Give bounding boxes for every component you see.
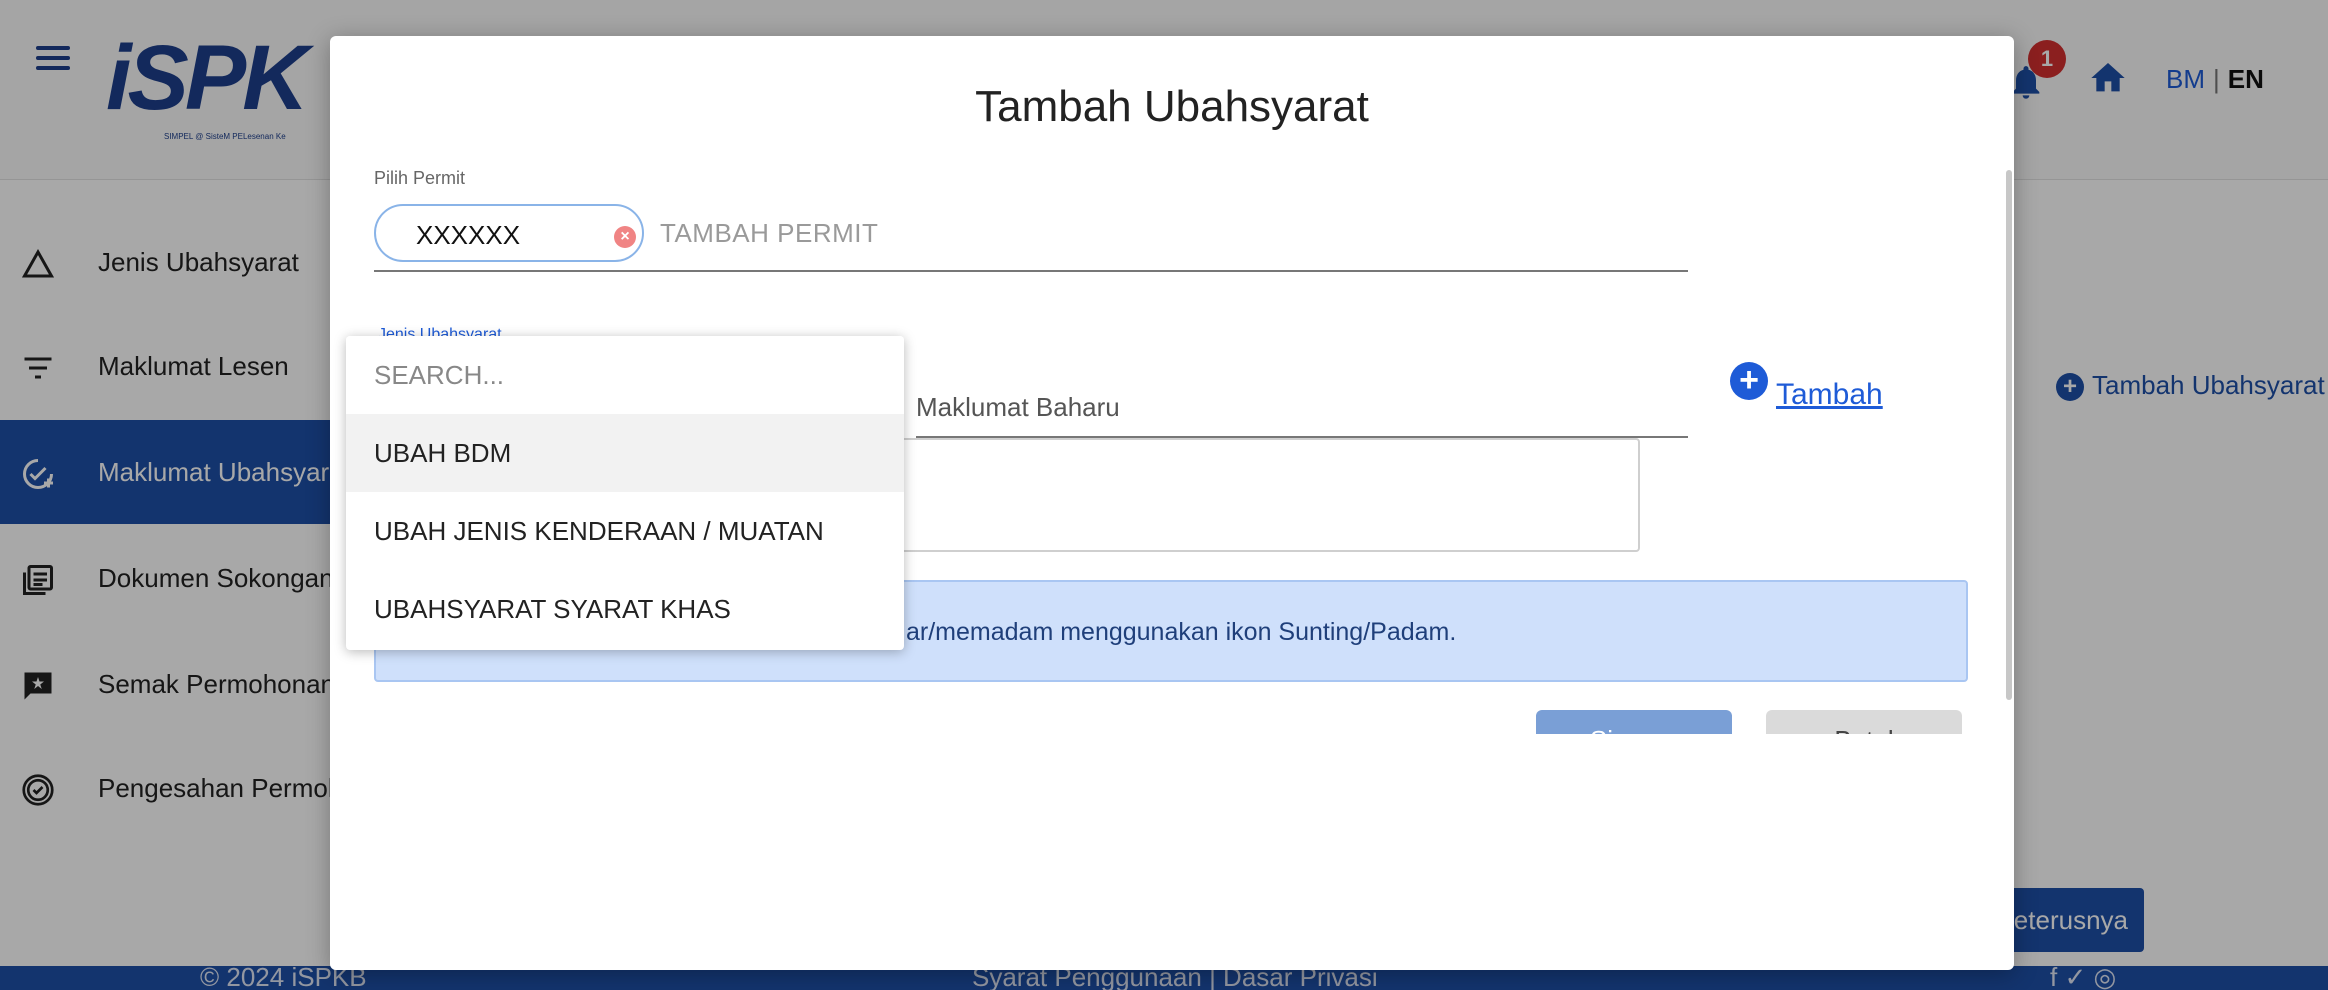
permit-chip-value: XXXXXX [416, 220, 521, 250]
permit-field-label: Pilih Permit [374, 168, 466, 188]
details-textarea[interactable] [894, 438, 1640, 552]
maklumat-baharu-input[interactable] [916, 370, 1688, 438]
clear-chip-icon[interactable]: × [614, 226, 636, 248]
dropdown-option[interactable]: UBAH JENIS KENDERAAN / MUATAN [346, 492, 904, 570]
dropdown-option[interactable]: UBAH BDM [346, 414, 904, 492]
permit-field-underline [374, 270, 1688, 272]
modal-button-row: Simpan Batal [330, 710, 2014, 734]
cancel-button[interactable]: Batal [1766, 710, 1962, 734]
dropdown-search-input[interactable] [346, 336, 904, 414]
info-alert-text: ar/memadam menggunakan ikon Sunting/Pada… [906, 618, 1457, 646]
save-button[interactable]: Simpan [1536, 710, 1732, 734]
tambah-permit-input[interactable]: TAMBAH PERMIT [660, 218, 878, 249]
permit-chip[interactable]: XXXXXX × [374, 204, 644, 262]
modal-title: Tambah Ubahsyarat [975, 82, 1369, 131]
modal-scrollbar[interactable] [2006, 170, 2012, 700]
dropdown-option[interactable]: UBAHSYARAT SYARAT KHAS [346, 570, 904, 648]
jenis-ubahsyarat-dropdown: UBAH BDM UBAH JENIS KENDERAAN / MUATAN U… [346, 336, 904, 650]
add-circle-icon: + [1730, 362, 1768, 400]
tambah-label: Tambah [1776, 378, 1883, 411]
